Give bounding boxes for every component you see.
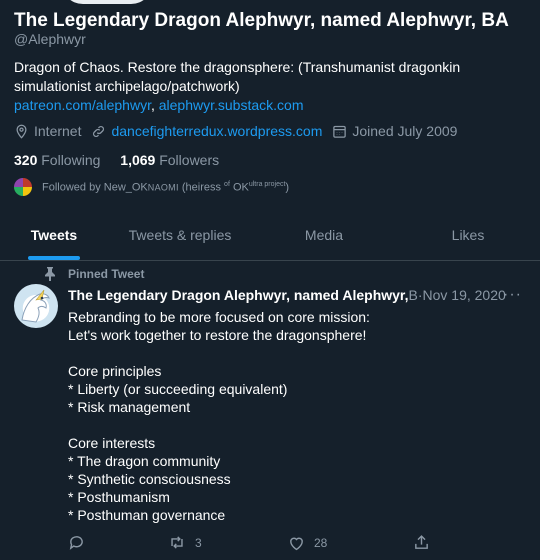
reply-button[interactable] xyxy=(68,534,168,551)
location: Internet xyxy=(14,123,81,139)
profile-bio: Dragon of Chaos. Restore the dragonspher… xyxy=(14,58,534,115)
pin-icon xyxy=(45,267,55,281)
like-button[interactable]: 28 xyxy=(288,534,413,551)
following-label: Following xyxy=(41,152,101,168)
share-button[interactable] xyxy=(413,534,439,551)
tweet-author-name-overflow: B xyxy=(408,287,418,303)
tab-likes[interactable]: Likes xyxy=(396,210,540,260)
bio-separator: , xyxy=(150,97,155,113)
website-link[interactable]: dancefighterredux.wordpress.com xyxy=(111,123,322,139)
heart-icon xyxy=(290,537,303,550)
tweet-date[interactable]: Nov 19, 2020 xyxy=(423,287,506,303)
website: dancefighterredux.wordpress.com xyxy=(91,123,322,139)
tab-media[interactable]: Media xyxy=(252,210,396,260)
tweet-author-name[interactable]: The Legendary Dragon Alephwyr, named Ale… xyxy=(68,287,408,303)
link-icon xyxy=(93,125,105,137)
tweet-text: Rebranding to be more focused on core mi… xyxy=(68,309,370,523)
joined-text: Joined July 2009 xyxy=(352,123,458,139)
more-options-icon[interactable]: ··· xyxy=(503,286,522,304)
profile-tabs: Tweets Tweets & replies Media Likes xyxy=(0,210,540,261)
followed-by-text: Followed by New_OKNAOMI (heiress of OKul… xyxy=(42,180,290,194)
profile-display-name: The Legendary Dragon Alephwyr, named Ale… xyxy=(14,10,509,31)
followed-by[interactable]: Followed by New_OKNAOMI (heiress of OKul… xyxy=(14,178,289,196)
tweet-header: The Legendary Dragon Alephwyr, named Ale… xyxy=(68,287,528,303)
dragon-avatar-image xyxy=(21,289,50,323)
tab-tweets[interactable]: Tweets xyxy=(0,210,108,260)
profile-handle: @Alephwyr xyxy=(14,31,86,47)
profile-avatar[interactable] xyxy=(58,0,156,7)
followers-label: Followers xyxy=(159,152,220,168)
tab-tweets-and-replies[interactable]: Tweets & replies xyxy=(108,210,252,260)
bio-link-substack[interactable]: alephwyr.substack.com xyxy=(159,97,304,113)
following-link[interactable]: 320 Following xyxy=(14,152,100,168)
reply-icon xyxy=(69,536,83,550)
retweet-button[interactable]: 3 xyxy=(168,534,288,551)
profile-meta: Internet dancefighterredux.wordpress.com… xyxy=(14,122,467,140)
calendar-icon xyxy=(333,125,347,138)
retweet-icon xyxy=(171,536,183,549)
follower-avatar xyxy=(14,178,32,196)
pinned-indicator: Pinned Tweet xyxy=(44,267,144,281)
followers-link[interactable]: 1,069 Followers xyxy=(120,152,219,168)
location-pin-icon xyxy=(16,124,27,139)
pinned-label: Pinned Tweet xyxy=(68,267,145,281)
location-text: Internet xyxy=(34,123,82,139)
followers-count: 1,069 xyxy=(120,152,156,168)
follow-counts: 320 Following 1,069 Followers xyxy=(14,152,235,168)
bio-text: Dragon of Chaos. Restore the dragonspher… xyxy=(14,59,461,94)
joined: Joined July 2009 xyxy=(332,123,457,139)
like-count: 28 xyxy=(314,535,328,550)
tweet-actions: 3 28 xyxy=(68,534,458,551)
tweet-author-avatar[interactable] xyxy=(14,284,58,328)
bio-link-patreon[interactable]: patreon.com/alephwyr xyxy=(14,97,151,113)
following-count: 320 xyxy=(14,152,38,168)
retweet-count: 3 xyxy=(195,535,202,550)
share-icon xyxy=(415,535,428,549)
